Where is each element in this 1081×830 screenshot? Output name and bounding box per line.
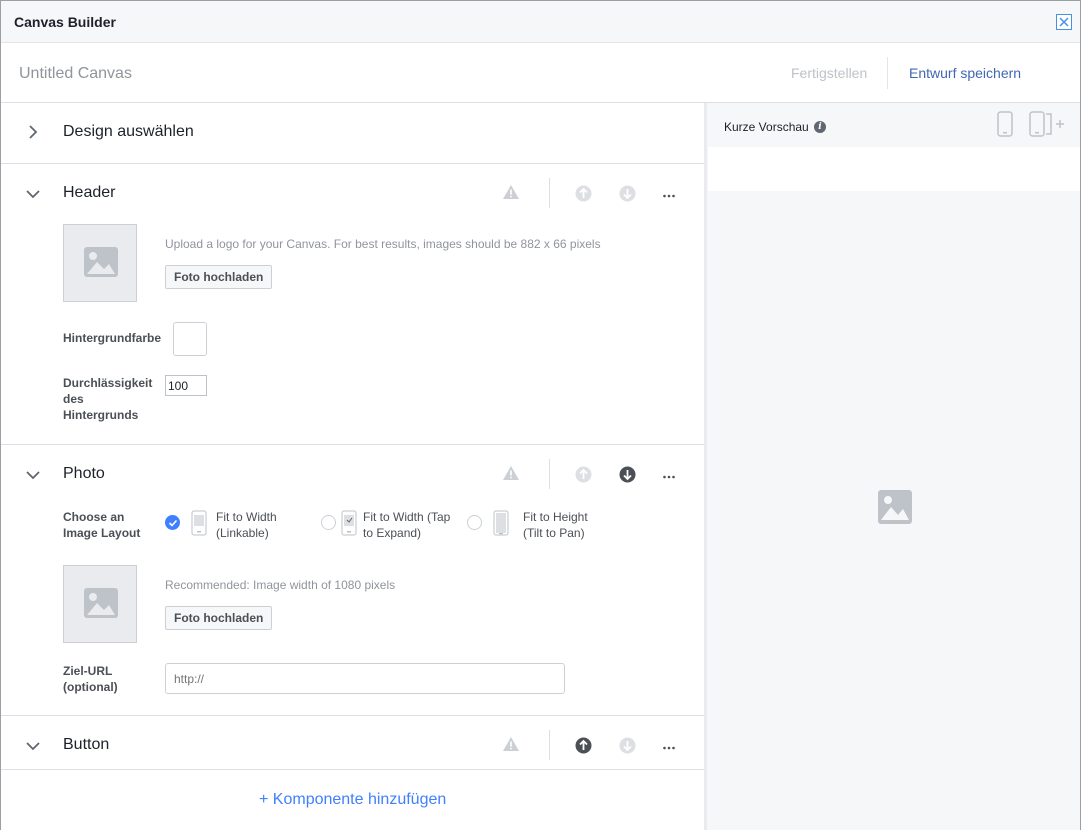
dialog-titlebar: Canvas Builder (1, 1, 1080, 43)
target-url-label-line2: (optional) (63, 680, 118, 694)
logo-upload-hint: Upload a logo for your Canvas. For best … (165, 237, 601, 251)
move-up-icon[interactable] (575, 737, 592, 754)
photo-section-title: Photo (63, 465, 105, 482)
warning-icon[interactable] (502, 184, 520, 200)
dialog-title: Canvas Builder (14, 14, 116, 30)
layout-option-3-line2: (Tilt to Pan) (523, 526, 585, 540)
more-options-icon[interactable] (663, 194, 675, 198)
phone-fit-width-icon (191, 510, 207, 536)
layout-option-2-line1: Fit to Width (Tap (363, 510, 451, 524)
close-icon[interactable] (1056, 14, 1072, 30)
toolbar-divider (549, 730, 550, 760)
opacity-label-line3: Hintergrunds (63, 408, 139, 422)
layout-option-1-line2: (Linkable) (216, 526, 269, 540)
phone-tap-expand-icon (341, 510, 357, 536)
preview-panel: Kurze Vorschau i (707, 103, 1080, 830)
canvas-name-field[interactable]: Untitled Canvas (19, 65, 132, 83)
canvas-builder-dialog: Canvas Builder Untitled Canvas Fertigste… (0, 0, 1081, 830)
design-section-title: Design auswählen (63, 123, 194, 140)
photo-upload-button[interactable]: Foto hochladen (165, 606, 273, 630)
logo-upload-button[interactable]: Foto hochladen (165, 265, 273, 289)
section-divider (1, 769, 704, 770)
photo-upload-hint: Recommended: Image width of 1080 pixels (165, 578, 396, 592)
header-section-header: Header (1, 164, 704, 224)
bg-color-swatch[interactable] (173, 322, 207, 356)
canvas-toolbar: Untitled Canvas Fertigstellen Entwurf sp… (1, 43, 1080, 103)
photo-section-header: Photo (1, 445, 704, 505)
warning-icon[interactable] (502, 736, 520, 752)
phone-tilt-pan-icon (493, 510, 509, 536)
preview-image-icon (878, 490, 912, 524)
send-to-mobile-icon[interactable] (1029, 111, 1067, 137)
chevron-down-icon[interactable] (25, 738, 41, 754)
move-up-icon[interactable] (575, 185, 592, 202)
preview-label: Kurze Vorschau (724, 120, 809, 134)
chevron-down-icon[interactable] (25, 186, 41, 202)
components-panel: Design auswählen Header Upload a logo fo… (1, 103, 704, 830)
layout-radio-fit-width-expand[interactable] (321, 515, 336, 530)
finish-button[interactable]: Fertigstellen (791, 65, 867, 81)
layout-radio-fit-width-linkable[interactable] (165, 515, 180, 530)
move-up-icon[interactable] (575, 466, 592, 483)
layout-option-2-line2: to Expand) (363, 526, 422, 540)
save-draft-button[interactable]: Entwurf speichern (909, 65, 1021, 81)
warning-icon[interactable] (502, 465, 520, 481)
target-url-input[interactable] (165, 663, 565, 694)
target-url-label-line1: Ziel-URL (63, 664, 113, 678)
opacity-label-line2: des (63, 392, 84, 406)
move-down-icon[interactable] (619, 185, 636, 202)
opacity-label-line1: Durchlässigkeit (63, 376, 153, 390)
image-layout-label-line2: Image Layout (63, 526, 141, 540)
preview-header-area (708, 147, 1080, 191)
layout-option-3-line1: Fit to Height (523, 510, 588, 524)
chevron-right-icon[interactable] (25, 124, 41, 140)
opacity-input[interactable] (165, 375, 207, 396)
checkmark-icon (168, 519, 178, 527)
image-placeholder-icon (84, 247, 118, 277)
more-options-icon[interactable] (663, 746, 675, 750)
design-section-header[interactable]: Design auswählen (1, 103, 704, 163)
move-down-icon[interactable] (619, 466, 636, 483)
layout-option-1-line1: Fit to Width (216, 510, 277, 524)
photo-image-placeholder (63, 565, 137, 643)
move-down-icon[interactable] (619, 737, 636, 754)
toolbar-divider (549, 178, 550, 208)
toolbar-divider (549, 459, 550, 489)
bg-color-label: Hintergrundfarbe (63, 331, 162, 345)
add-component-link[interactable]: + Komponente hinzufügen (259, 791, 446, 809)
phone-preview-icon[interactable] (997, 111, 1013, 137)
image-placeholder-icon (84, 588, 118, 618)
button-section-header: Button (1, 716, 704, 769)
info-icon[interactable]: i (814, 121, 826, 133)
image-layout-label-line1: Choose an (63, 510, 125, 524)
layout-radio-fit-height[interactable] (467, 515, 482, 530)
header-section-title: Header (63, 184, 116, 201)
button-section-title: Button (63, 736, 110, 753)
chevron-down-icon[interactable] (25, 467, 41, 483)
logo-image-placeholder (63, 224, 137, 302)
toolbar-divider (887, 57, 888, 89)
more-options-icon[interactable] (663, 475, 675, 479)
